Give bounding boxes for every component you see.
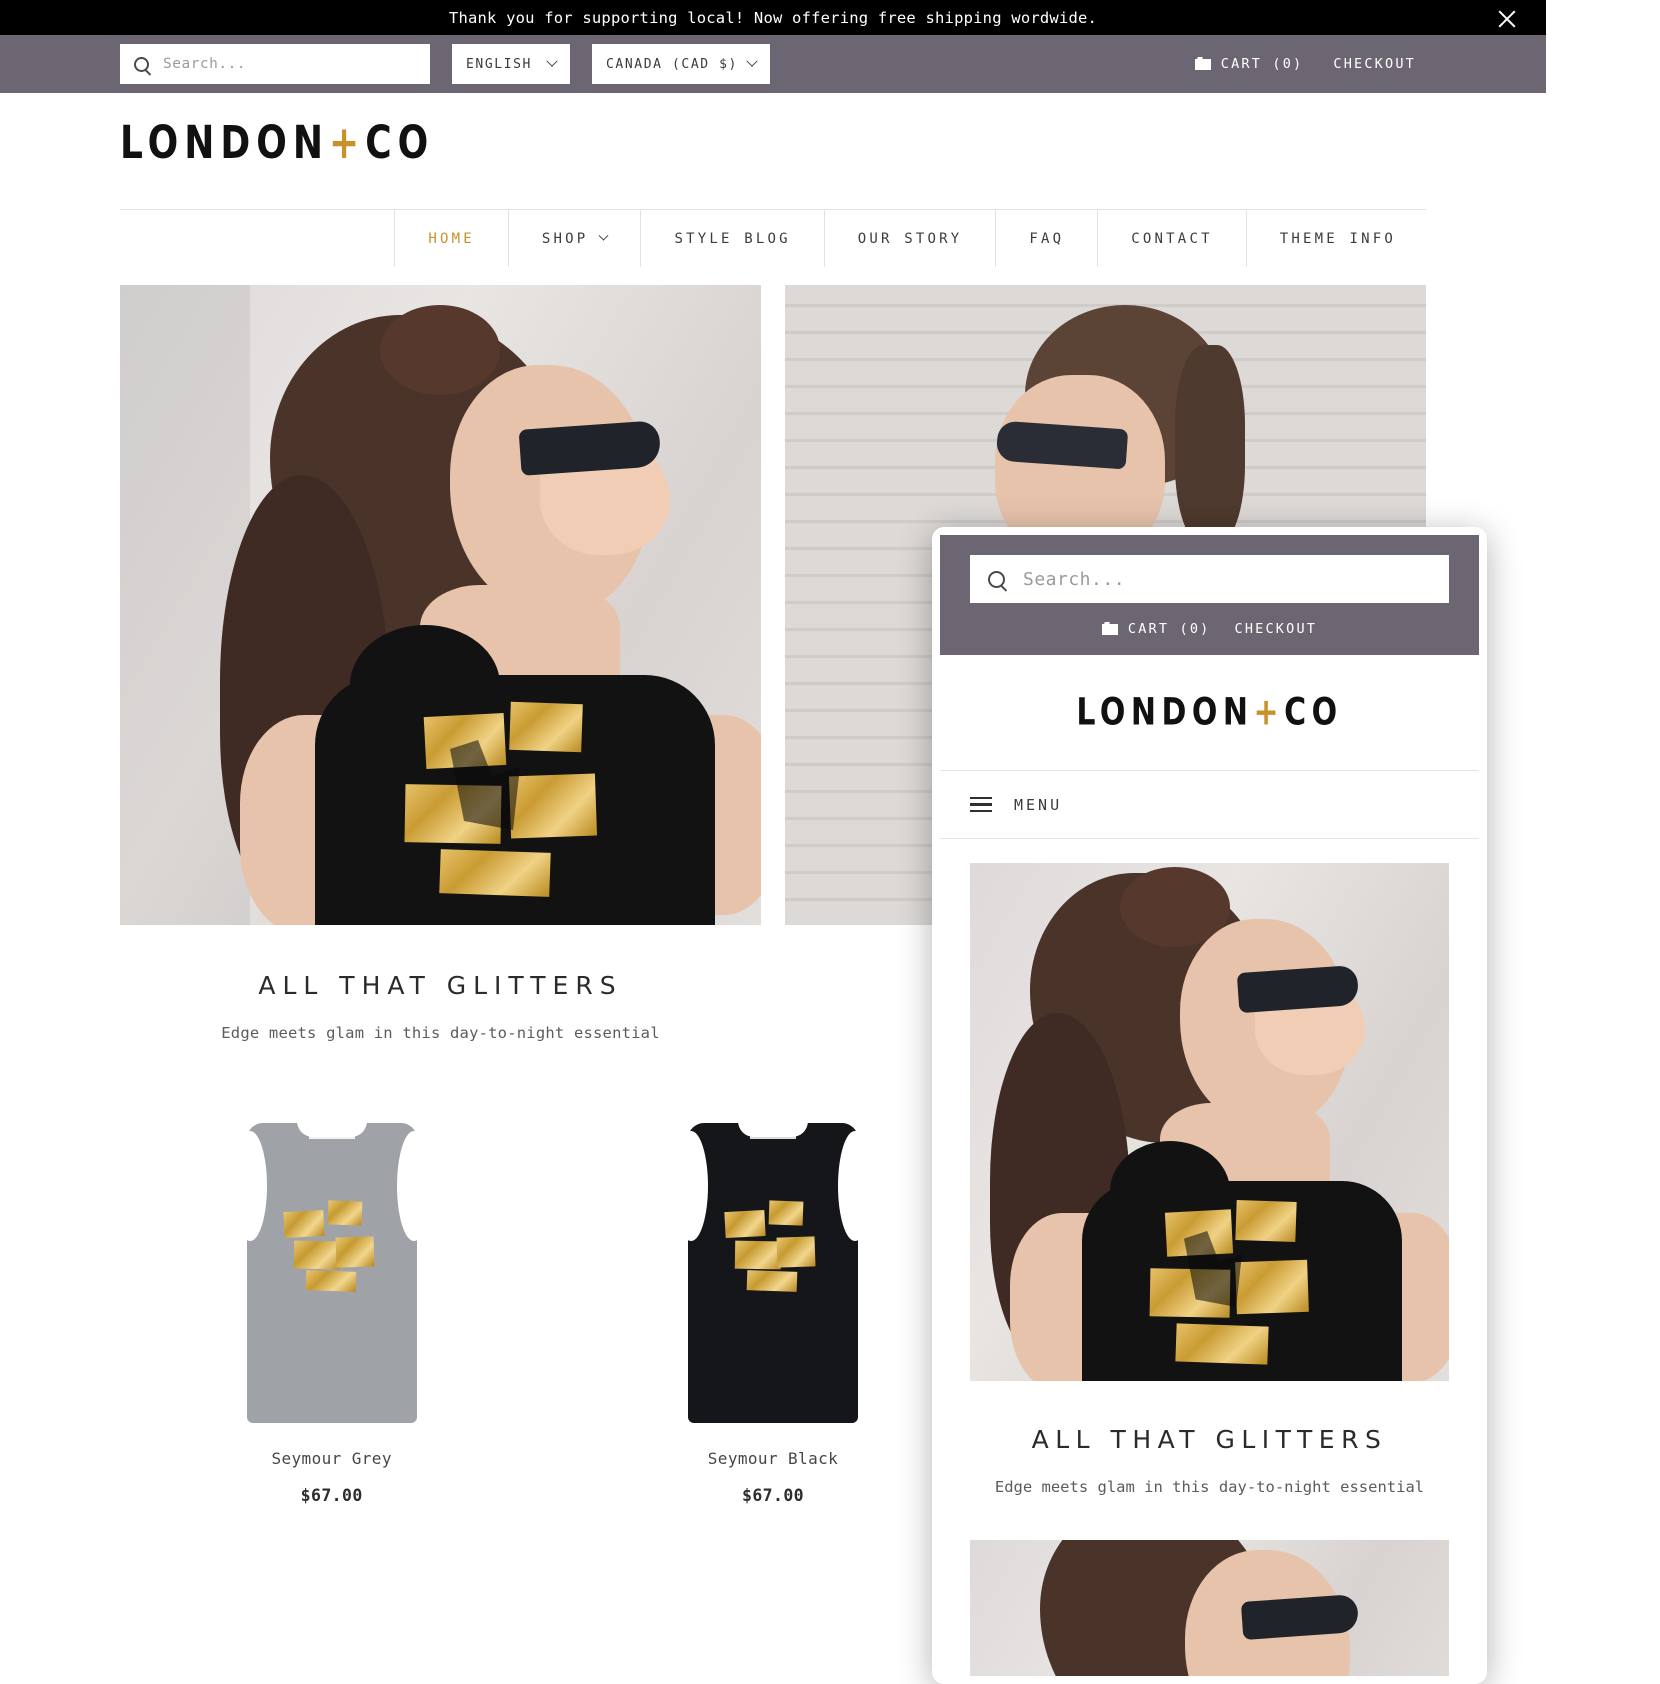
- cart-link[interactable]: CART (0): [1194, 56, 1304, 72]
- page-root: Thank you for supporting local! Now offe…: [0, 0, 1546, 1684]
- announcement-bar: Thank you for supporting local! Now offe…: [0, 0, 1546, 35]
- search-icon: [134, 56, 149, 72]
- mobile-search-input[interactable]: [1023, 568, 1431, 590]
- search-input[interactable]: [163, 56, 420, 72]
- mobile-brand-header: LONDON+CO: [940, 655, 1479, 771]
- hero-image-left[interactable]: [120, 285, 761, 925]
- announcement-text: Thank you for supporting local! Now offe…: [448, 8, 1098, 27]
- mobile-logo-plus-icon: +: [1253, 690, 1285, 735]
- currency-selector[interactable]: CANADA (CAD $): [592, 44, 770, 84]
- hero-card-left[interactable]: ALL THAT GLITTERS Edge meets glam in thi…: [120, 285, 761, 1042]
- nav-item-our-story[interactable]: OUR STORY: [825, 210, 997, 267]
- product-image[interactable]: [120, 1098, 543, 1423]
- nav-label: FAQ: [1029, 230, 1065, 247]
- product-image[interactable]: [561, 1098, 984, 1423]
- nav-item-faq[interactable]: FAQ: [996, 210, 1099, 267]
- utility-links: CART (0) CHECKOUT: [1194, 56, 1526, 72]
- logo-plus-icon: +: [329, 117, 366, 169]
- mobile-logo-right: CO: [1284, 690, 1343, 735]
- mobile-logo-left: LONDON: [1076, 690, 1254, 735]
- chevron-down-icon: [746, 55, 758, 67]
- mobile-utility-row: CART (0) CHECKOUT: [940, 603, 1479, 655]
- utility-bar: ENGLISH CANADA (CAD $) CART (0) CHECKOUT: [0, 35, 1546, 93]
- mobile-search-bar: [940, 535, 1479, 603]
- nav-item-theme-info[interactable]: THEME INFO: [1247, 210, 1426, 267]
- mobile-menu-button[interactable]: MENU: [940, 771, 1479, 839]
- mobile-hero-subtitle: Edge meets glam in this day-to-night ess…: [994, 1478, 1425, 1496]
- checkout-link[interactable]: CHECKOUT: [1333, 56, 1416, 72]
- mobile-cart-link[interactable]: CART (0): [1101, 621, 1211, 637]
- mobile-preview-viewport: CART (0) CHECKOUT LONDON+CO MENU: [940, 535, 1479, 1676]
- nav-label: CONTACT: [1131, 230, 1213, 247]
- nav-item-contact[interactable]: CONTACT: [1098, 210, 1247, 267]
- close-icon[interactable]: [1496, 7, 1518, 29]
- logo-text-left: LONDON: [120, 117, 330, 169]
- hero-title-left: ALL THAT GLITTERS: [258, 971, 623, 1000]
- mobile-search-box[interactable]: [970, 555, 1449, 603]
- cart-label: CART (0): [1220, 56, 1304, 72]
- product-price: $67.00: [300, 1486, 363, 1505]
- checkout-label: CHECKOUT: [1333, 56, 1416, 72]
- product-price: $67.00: [741, 1486, 804, 1505]
- nav-label: SHOP: [541, 230, 589, 247]
- cart-icon: [1101, 622, 1118, 636]
- product-card[interactable]: Seymour Black $67.00: [561, 1098, 984, 1505]
- nav-label: STYLE BLOG: [674, 230, 791, 247]
- search-box[interactable]: [120, 44, 430, 84]
- nav-item-home[interactable]: HOME: [394, 210, 509, 267]
- language-selector[interactable]: ENGLISH: [452, 44, 570, 84]
- nav-item-shop[interactable]: SHOP: [509, 210, 642, 267]
- site-logo[interactable]: LONDON + CO: [120, 117, 434, 168]
- hero-subtitle-left: Edge meets glam in this day-to-night ess…: [221, 1024, 660, 1042]
- search-icon: [988, 570, 1005, 588]
- mobile-checkout-label: CHECKOUT: [1234, 621, 1318, 637]
- nav-label: THEME INFO: [1279, 230, 1396, 247]
- chevron-down-icon: [546, 55, 558, 67]
- mobile-hero-image[interactable]: [970, 863, 1449, 1381]
- product-card[interactable]: Seymour Grey $67.00: [120, 1098, 543, 1505]
- language-selected-label: ENGLISH: [466, 56, 532, 72]
- hamburger-icon: [970, 793, 992, 817]
- mobile-cart-label: CART (0): [1127, 621, 1211, 637]
- mobile-menu-label: MENU: [1014, 795, 1063, 814]
- mobile-hero-image-secondary[interactable]: [970, 1540, 1449, 1676]
- main-navigation: HOME SHOP STYLE BLOG OUR STORY FAQ CONTA…: [120, 209, 1426, 267]
- logo-text-right: CO: [365, 117, 435, 169]
- nav-label: OUR STORY: [857, 230, 963, 247]
- chevron-down-icon: [598, 230, 609, 241]
- nav-item-style-blog[interactable]: STYLE BLOG: [641, 210, 825, 267]
- mobile-site-logo[interactable]: LONDON+CO: [1076, 691, 1342, 735]
- currency-selected-label: CANADA (CAD $): [606, 56, 738, 72]
- mobile-hero-title: ALL THAT GLITTERS: [1031, 1425, 1388, 1454]
- mobile-checkout-link[interactable]: CHECKOUT: [1235, 621, 1318, 637]
- nav-label: HOME: [428, 230, 475, 247]
- product-name: Seymour Black: [707, 1449, 839, 1468]
- mobile-preview-overlay[interactable]: CART (0) CHECKOUT LONDON+CO MENU: [932, 527, 1487, 1684]
- brand-header: LONDON + CO: [0, 93, 1546, 193]
- product-name: Seymour Grey: [271, 1449, 392, 1468]
- cart-icon: [1194, 57, 1211, 71]
